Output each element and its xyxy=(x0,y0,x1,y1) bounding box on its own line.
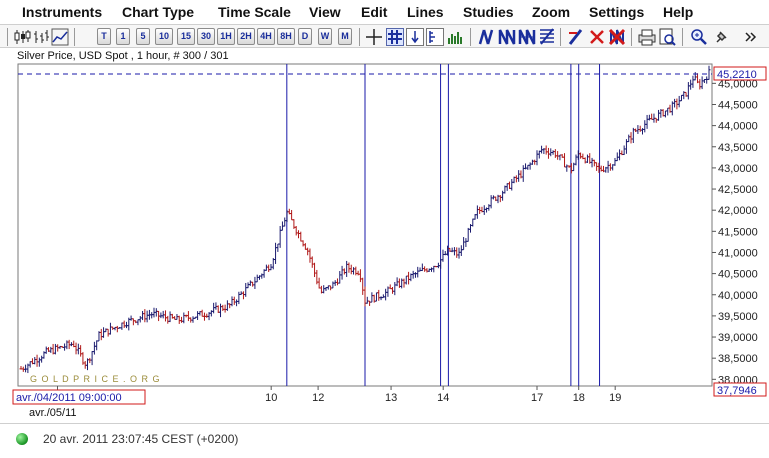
chart-title: Silver Price, USD Spot , 1 hour, # 300 /… xyxy=(17,50,229,62)
pin-icon[interactable] xyxy=(712,28,730,46)
y-tick-label: 41,5000 xyxy=(718,226,758,238)
menu-instruments[interactable]: Instruments xyxy=(22,4,102,20)
timescale-button-d[interactable]: D xyxy=(298,28,312,45)
timescale-button-2h[interactable]: 2H xyxy=(237,28,255,45)
menu-edit[interactable]: Edit xyxy=(361,4,387,20)
timescale-button-4h[interactable]: 4H xyxy=(257,28,275,45)
bar-chart-icon[interactable] xyxy=(32,28,50,46)
volume-icon[interactable] xyxy=(446,28,464,46)
last-price-label: 45,2210 xyxy=(717,69,757,81)
y-tick-label: 41,0000 xyxy=(718,247,758,259)
menu-lines[interactable]: Lines xyxy=(407,4,444,20)
menu-view[interactable]: View xyxy=(309,4,341,20)
grid-icon[interactable] xyxy=(386,28,404,46)
date-readout: avr./05/11 xyxy=(29,407,77,419)
low-price-label: 37,7946 xyxy=(717,385,757,397)
menu-zoom[interactable]: Zoom xyxy=(532,4,570,20)
watermark: G O L D P R I C E . O R G xyxy=(30,374,161,384)
menu-help[interactable]: Help xyxy=(663,4,693,20)
y-tick-label: 44,5000 xyxy=(718,99,758,111)
toolbar-separator xyxy=(470,28,471,46)
delete-line-icon[interactable] xyxy=(588,28,606,46)
status-divider xyxy=(0,423,769,424)
y-tick-label: 44,0000 xyxy=(718,121,758,133)
y-tick-label: 38,5000 xyxy=(718,353,758,365)
fibonacci-icon[interactable] xyxy=(538,28,556,46)
status-timestamp: 20 avr. 2011 23:07:45 CEST (+0200) xyxy=(43,432,239,446)
x-tick-label: 12 xyxy=(312,392,324,404)
toolbar: T 1 5 10 15 30 1H 2H 4H 8H D W M xyxy=(0,24,769,48)
y-tick-label: 39,5000 xyxy=(718,311,758,323)
timescale-button-15[interactable]: 15 xyxy=(177,28,195,45)
delete-all-icon[interactable] xyxy=(608,28,626,46)
x-tick-label: 13 xyxy=(385,392,397,404)
candlestick-chart-icon[interactable] xyxy=(13,28,31,46)
toolbar-separator xyxy=(7,28,8,46)
toolbar-separator xyxy=(682,28,683,46)
y-tick-label: 42,0000 xyxy=(718,205,758,217)
price-chart[interactable]: G O L D P R I C E . O R G 38,000038,5000… xyxy=(0,62,769,414)
print-icon[interactable] xyxy=(638,28,656,46)
more-icon[interactable] xyxy=(742,28,760,46)
info-icon[interactable] xyxy=(406,28,424,46)
crosshair-icon[interactable] xyxy=(365,28,383,46)
timescale-button-1[interactable]: 1 xyxy=(116,28,130,45)
y-tick-label: 40,0000 xyxy=(718,290,758,302)
menu-bar: Instruments Chart Type Time Scale View E… xyxy=(0,0,769,24)
toolbar-separator xyxy=(359,28,360,46)
pencil-icon[interactable] xyxy=(567,28,585,46)
toolbar-separator xyxy=(74,28,75,46)
toolbar-separator xyxy=(631,28,632,46)
y-tick-label: 42,5000 xyxy=(718,184,758,196)
y-tick-label: 43,0000 xyxy=(718,163,758,175)
timescale-button-1h[interactable]: 1H xyxy=(217,28,235,45)
cursor-date-label: avr./04/2011 09:00:00 xyxy=(16,392,122,404)
timescale-button-10[interactable]: 10 xyxy=(155,28,173,45)
x-tick-label: 10 xyxy=(265,392,277,404)
trend-line-icon[interactable] xyxy=(478,28,496,46)
print-preview-icon[interactable] xyxy=(658,28,676,46)
timescale-button-t[interactable]: T xyxy=(97,28,111,45)
menu-time-scale[interactable]: Time Scale xyxy=(218,4,291,20)
connection-status-icon xyxy=(16,433,28,445)
zoom-icon[interactable] xyxy=(690,28,708,46)
indicator-icon[interactable] xyxy=(426,28,444,46)
menu-settings[interactable]: Settings xyxy=(589,4,644,20)
x-tick-label: 14 xyxy=(437,392,449,404)
line-chart-icon[interactable] xyxy=(51,28,69,46)
timescale-button-w[interactable]: W xyxy=(318,28,332,45)
channel-line-icon[interactable] xyxy=(498,28,516,46)
fan-line-icon[interactable] xyxy=(518,28,536,46)
menu-studies[interactable]: Studies xyxy=(463,4,514,20)
timescale-button-8h[interactable]: 8H xyxy=(277,28,295,45)
y-tick-label: 40,5000 xyxy=(718,269,758,281)
timescale-button-m[interactable]: M xyxy=(338,28,352,45)
x-tick-label: 18 xyxy=(573,392,585,404)
y-tick-label: 43,5000 xyxy=(718,142,758,154)
timescale-button-5[interactable]: 5 xyxy=(136,28,150,45)
x-tick-label: 19 xyxy=(609,392,621,404)
y-tick-label: 39,0000 xyxy=(718,332,758,344)
timescale-button-30[interactable]: 30 xyxy=(197,28,215,45)
menu-chart-type[interactable]: Chart Type xyxy=(122,4,194,20)
x-tick-label: 17 xyxy=(531,392,543,404)
toolbar-separator xyxy=(560,28,561,46)
